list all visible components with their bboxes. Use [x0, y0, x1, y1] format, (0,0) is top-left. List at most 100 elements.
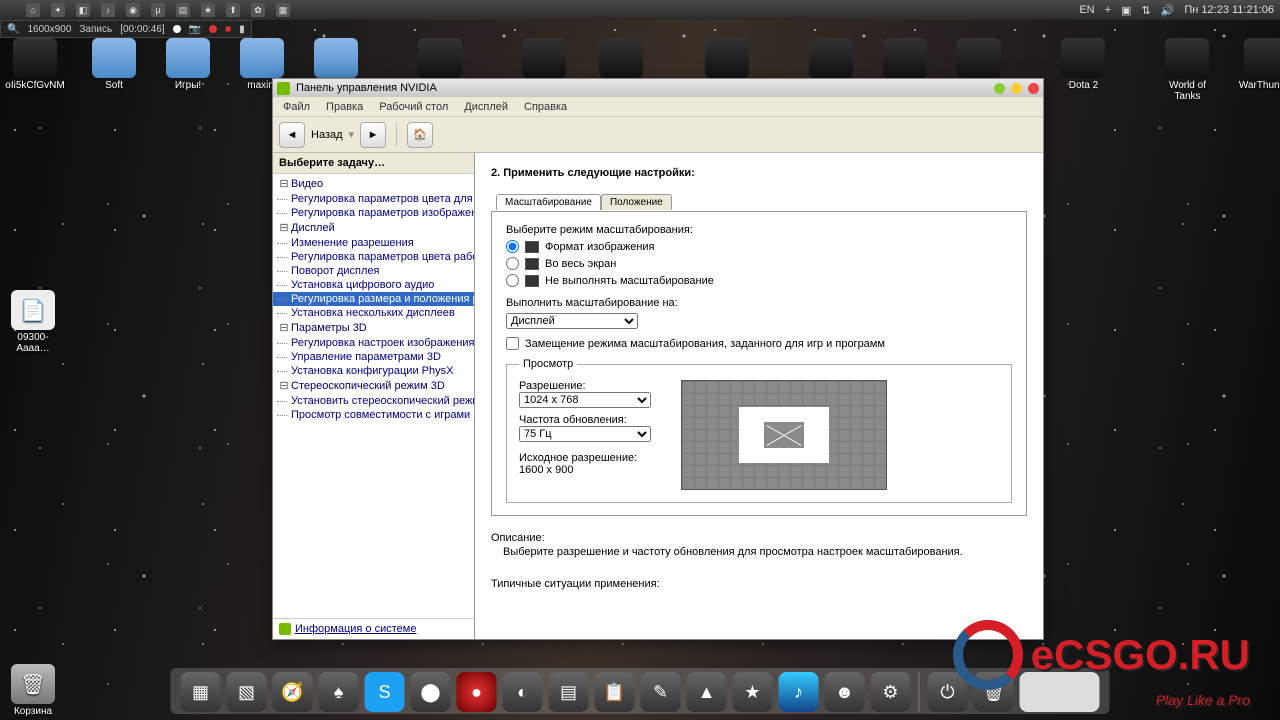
- noscale-icon: [525, 275, 539, 287]
- nvidia-control-panel-window: Панель управления NVIDIA Файл Правка Рабоч…: [272, 78, 1044, 640]
- plus-icon[interactable]: +: [1105, 4, 1111, 16]
- app-icon[interactable]: µ: [151, 3, 165, 17]
- tree-item[interactable]: Регулировка параметров цвета для вид: [273, 192, 474, 206]
- dock-app[interactable]: ⬤: [411, 672, 451, 712]
- tree-item[interactable]: Регулировка настроек изображения с пр: [273, 336, 474, 350]
- resolution-select[interactable]: 1024 x 768: [519, 392, 651, 408]
- tree-category[interactable]: ⊟Видео: [273, 176, 474, 192]
- dock-skype[interactable]: S: [365, 672, 405, 712]
- tree-item[interactable]: Изменение разрешения: [273, 236, 474, 250]
- maximize-button[interactable]: [1011, 83, 1022, 94]
- main-panel: 2. Применить следующие настройки: Масшта…: [475, 153, 1043, 639]
- menu-item[interactable]: Правка: [326, 101, 363, 113]
- nvidia-icon: [277, 82, 290, 95]
- dock-safari[interactable]: 🧭: [273, 672, 313, 712]
- radio-aspect[interactable]: Формат изображения: [506, 240, 1012, 253]
- dock-app[interactable]: ▧: [227, 672, 267, 712]
- finder-icon[interactable]: ⌂: [26, 3, 40, 17]
- nvidia-icon: [279, 623, 291, 635]
- chrome-icon[interactable]: ◉: [126, 3, 140, 17]
- app-icon[interactable]: ⬆: [226, 3, 240, 17]
- task-tree: ⊟ВидеоРегулировка параметров цвета для в…: [273, 174, 474, 618]
- menu-item[interactable]: Файл: [283, 101, 310, 113]
- tree-item[interactable]: Установить стереоскопический режим 3: [273, 394, 474, 408]
- dock-calc[interactable]: ▤: [549, 672, 589, 712]
- menu-item[interactable]: Дисплей: [464, 101, 508, 113]
- dock-app[interactable]: ★: [733, 672, 773, 712]
- back-button[interactable]: ◄: [279, 122, 305, 148]
- window-titlebar[interactable]: Панель управления NVIDIA: [273, 79, 1043, 97]
- tray-icon[interactable]: ▣: [1121, 4, 1131, 17]
- minimize-button[interactable]: [994, 83, 1005, 94]
- tree-item[interactable]: Установка нескольких дисплеев: [273, 306, 474, 320]
- perform-label: Выполнить масштабирование на:: [506, 297, 678, 309]
- desktop-icon[interactable]: WarThunder: [1239, 38, 1280, 102]
- dock-notes[interactable]: 📋: [595, 672, 635, 712]
- app-icon[interactable]: ✿: [251, 3, 265, 17]
- tab-scaling[interactable]: Масштабирование: [496, 194, 601, 210]
- desktop-icon[interactable]: Dota 2: [1061, 38, 1105, 102]
- tree-item[interactable]: Просмотр совместимости с играми: [273, 408, 474, 422]
- menu-item[interactable]: Справка: [524, 101, 567, 113]
- description-body: Выберите разрешение и частоту обновления…: [503, 546, 1027, 558]
- tree-item[interactable]: Установка цифрового аудио: [273, 278, 474, 292]
- fullscreen-icon: [525, 258, 539, 270]
- app-icon[interactable]: ▦: [276, 3, 290, 17]
- perform-select[interactable]: Дисплей: [506, 313, 638, 329]
- radio-noscale[interactable]: Не выполнять масштабирование: [506, 274, 1012, 287]
- ecsgo-watermark: eCSGO.RU Play Like a Pro: [953, 620, 1250, 690]
- refresh-label: Частота обновления:: [519, 414, 651, 426]
- dock-pokerstars[interactable]: ♠: [319, 672, 359, 712]
- app-icon[interactable]: ♪: [101, 3, 115, 17]
- desktop-icon[interactable]: World of Tanks: [1165, 38, 1209, 102]
- task-sidebar: Выберите задачу… ⊟ВидеоРегулировка парам…: [273, 153, 475, 639]
- dock-app[interactable]: ✎: [641, 672, 681, 712]
- lang-indicator[interactable]: EN: [1079, 4, 1094, 16]
- tree-item[interactable]: Управление параметрами 3D: [273, 350, 474, 364]
- description-title: Описание:: [491, 532, 1027, 544]
- ecsgo-logo-icon: [953, 620, 1023, 690]
- tree-category[interactable]: ⊟Стереоскопический режим 3D: [273, 378, 474, 394]
- refresh-select[interactable]: 75 Гц: [519, 426, 651, 442]
- forward-button[interactable]: ►: [360, 122, 386, 148]
- aspect-icon: [525, 241, 539, 253]
- desktop-file[interactable]: 📄09300-Aaaa…: [6, 290, 60, 354]
- trash[interactable]: 🗑Корзина: [6, 664, 60, 717]
- dock-app[interactable]: ◐: [503, 672, 543, 712]
- tree-item[interactable]: Установка конфигурации PhysX: [273, 364, 474, 378]
- system-info-link[interactable]: Информация о системе: [273, 618, 474, 639]
- typical-title: Типичные ситуации применения:: [491, 578, 1027, 590]
- menu-item[interactable]: Рабочий стол: [379, 101, 448, 113]
- tree-item[interactable]: Поворот дисплея: [273, 264, 474, 278]
- wifi-icon[interactable]: ⇅: [1141, 4, 1150, 17]
- settings-tabpane: Масштабирование Положение Выберите режим…: [491, 211, 1027, 516]
- app-icon[interactable]: ▤: [176, 3, 190, 17]
- app-icon[interactable]: ★: [201, 3, 215, 17]
- home-button[interactable]: 🏠: [407, 122, 433, 148]
- volume-icon[interactable]: 🔊: [1161, 4, 1175, 17]
- desktop-icon[interactable]: Soft: [92, 38, 136, 102]
- tree-category[interactable]: ⊟Дисплей: [273, 220, 474, 236]
- native-res-label: Исходное разрешение:: [519, 452, 651, 464]
- tab-position[interactable]: Положение: [601, 194, 672, 210]
- radio-fullscreen[interactable]: Во весь экран: [506, 257, 1012, 270]
- dock-app[interactable]: ☻: [825, 672, 865, 712]
- desktop-icon[interactable]: oIi5kCfGvNM: [8, 38, 62, 102]
- mac-menubar: ⌂ ✦ ◧ ♪ ◉ µ ▤ ★ ⬆ ✿ ▦ EN + ▣ ⇅ 🔊 Пн 12:2…: [0, 0, 1280, 20]
- dock-finder[interactable]: ▦: [181, 672, 221, 712]
- desktop-icon[interactable]: Игры!: [166, 38, 210, 102]
- preview-fieldset: Просмотр Разрешение: 1024 x 768 Частота …: [506, 358, 1012, 503]
- dock-app[interactable]: ▲: [687, 672, 727, 712]
- dock-itunes[interactable]: ♪: [779, 672, 819, 712]
- tree-category[interactable]: ⊟Параметры 3D: [273, 320, 474, 336]
- tree-item[interactable]: Регулировка параметров изображения д: [273, 206, 474, 220]
- dock-steam[interactable]: ⚙: [871, 672, 911, 712]
- tree-item[interactable]: Регулировка размера и положения рабо: [273, 292, 474, 306]
- app-icon[interactable]: ◧: [76, 3, 90, 17]
- dock-record[interactable]: ●: [457, 672, 497, 712]
- override-checkbox[interactable]: Замещение режима масштабирования, заданн…: [506, 337, 1012, 350]
- app-icon[interactable]: ✦: [51, 3, 65, 17]
- clock[interactable]: Пн 12:23 11:21:06: [1184, 4, 1274, 16]
- tree-item[interactable]: Регулировка параметров цвета рабоче: [273, 250, 474, 264]
- close-button[interactable]: [1028, 83, 1039, 94]
